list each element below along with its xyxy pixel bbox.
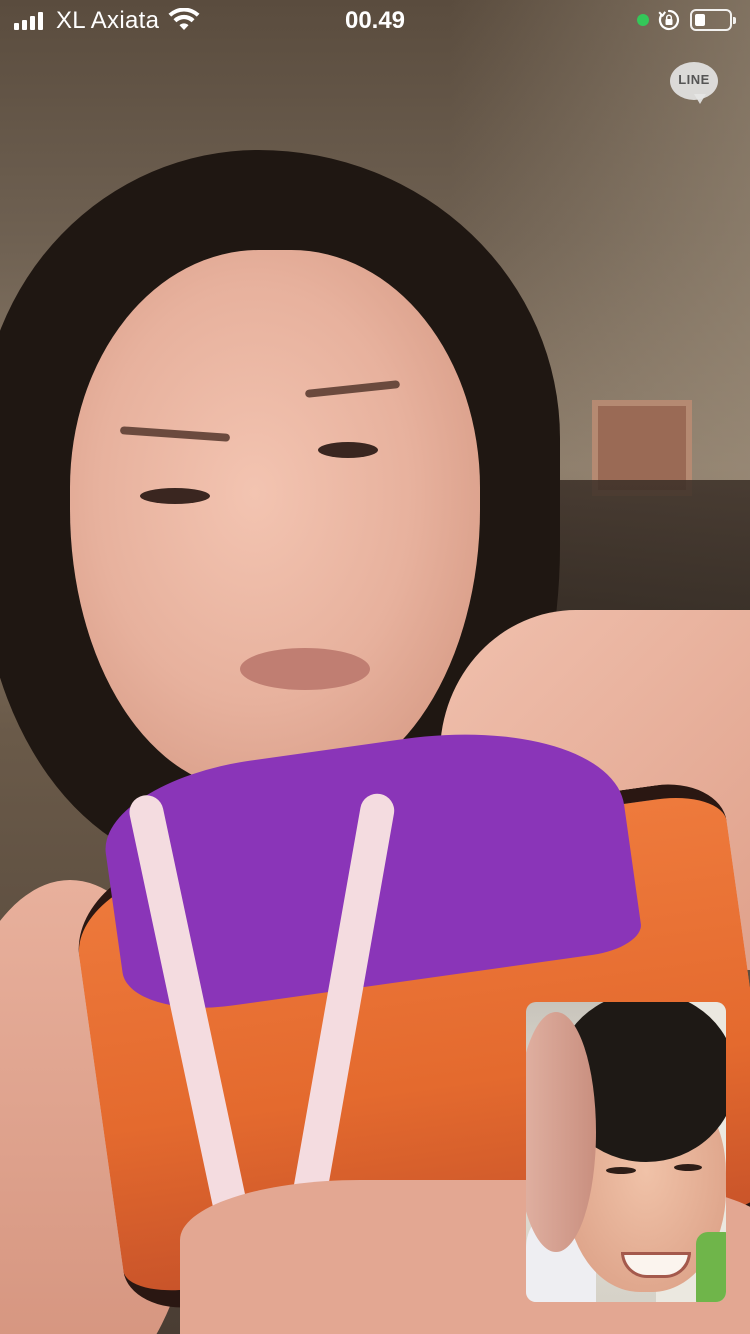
self-person-shirt <box>696 1232 726 1302</box>
line-logo-text: LINE <box>678 72 710 87</box>
video-call-screen: XL Axiata 00.49 LINE <box>0 0 750 1334</box>
self-camera-preview[interactable] <box>526 1002 726 1302</box>
battery-level-fill <box>695 14 705 26</box>
remote-person-eye-right <box>318 442 378 458</box>
remote-person-face <box>70 250 480 790</box>
battery-icon <box>690 9 736 31</box>
remote-person-eye-left <box>140 488 210 504</box>
remote-person-lips <box>240 648 370 690</box>
rotation-lock-icon <box>658 9 680 31</box>
line-logo-icon: LINE <box>670 62 718 108</box>
status-bar: XL Axiata 00.49 <box>0 0 750 40</box>
camera-in-use-dot <box>637 14 649 26</box>
self-person-eye-left <box>606 1167 636 1174</box>
self-person-eye-right <box>674 1164 702 1171</box>
